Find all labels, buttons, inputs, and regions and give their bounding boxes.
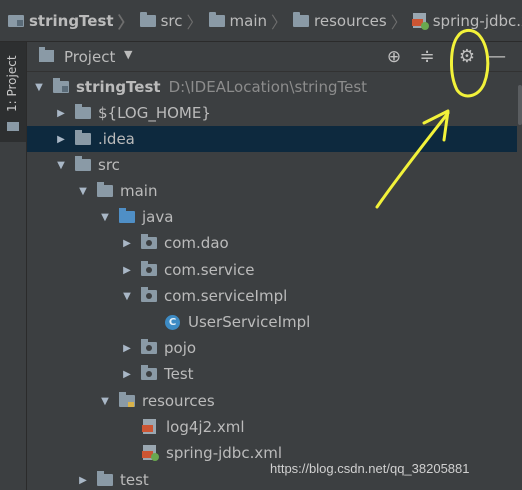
breadcrumb-item-stringtest[interactable]: stringTest 〉 xyxy=(8,9,140,33)
breadcrumb-item-src[interactable]: src 〉 xyxy=(139,9,209,33)
collapsed-arrow-icon[interactable]: ▶ xyxy=(121,369,133,380)
side-tab-label: 1: Project xyxy=(5,55,19,113)
package-icon xyxy=(141,261,157,276)
project-view-icon xyxy=(39,47,54,62)
tree-row-label: com.service xyxy=(164,261,255,279)
tree-row-src[interactable]: ▼ src xyxy=(27,152,517,178)
project-toolbar: Project ▼ ⊕ ≑ ⚙ — xyxy=(27,42,522,72)
tree-row-label: com.dao xyxy=(164,234,229,252)
collapsed-arrow-icon[interactable]: ▶ xyxy=(121,238,133,249)
chevron-right-icon: 〉 xyxy=(117,12,134,32)
tree-row-label: java xyxy=(142,208,174,226)
breadcrumb-label: spring-jdbc.xml xyxy=(432,11,522,30)
folder-icon xyxy=(75,130,91,145)
chevron-down-icon[interactable]: ▼ xyxy=(124,48,132,61)
tree-row-log4j2-xml[interactable]: log4j2.xml xyxy=(27,414,517,440)
tree-row-label: .idea xyxy=(98,130,135,148)
expanded-arrow-icon[interactable]: ▼ xyxy=(99,212,111,223)
tree-row-main[interactable]: ▼ main xyxy=(27,178,517,204)
breadcrumb-label: resources xyxy=(314,11,387,30)
xml-file-icon xyxy=(142,419,158,435)
gear-icon[interactable]: ⚙ xyxy=(456,46,478,68)
collapsed-arrow-icon[interactable]: ▶ xyxy=(121,343,133,354)
project-path: D:\IDEALocation\stringTest xyxy=(168,78,368,96)
tree-row-java[interactable]: ▼ java xyxy=(27,204,517,230)
project-tree: ▼ stringTest D:\IDEALocation\stringTest … xyxy=(27,73,517,490)
folder-icon xyxy=(208,11,225,27)
source-folder-icon xyxy=(119,208,135,223)
expanded-arrow-icon[interactable]: ▼ xyxy=(99,396,111,407)
package-icon xyxy=(141,339,157,354)
expanded-arrow-icon[interactable]: ▼ xyxy=(121,291,133,302)
breadcrumb-item-resources[interactable]: resources 〉 xyxy=(293,9,413,33)
tree-row-label: Test xyxy=(164,365,194,383)
tree-row-label: main xyxy=(120,182,158,200)
chevron-right-icon: 〉 xyxy=(271,12,288,32)
tree-row-label: stringTest xyxy=(76,78,161,96)
tree-row-com-dao[interactable]: ▶ com.dao xyxy=(27,230,517,256)
breadcrumb-label: src xyxy=(160,11,183,30)
breadcrumb-label: stringTest xyxy=(29,11,114,30)
tree-row-label: log4j2.xml xyxy=(166,418,245,436)
tree-row-label: spring-jdbc.xml xyxy=(166,444,282,462)
tree-row-com-serviceimpl[interactable]: ▼ com.serviceImpl xyxy=(27,283,517,309)
breadcrumb-item-spring-jdbc[interactable]: spring-jdbc.xml xyxy=(411,11,522,30)
collapsed-arrow-icon[interactable]: ▶ xyxy=(55,134,67,145)
folder-icon xyxy=(75,156,91,171)
expanded-arrow-icon[interactable]: ▼ xyxy=(77,186,89,197)
tree-row-stringtest[interactable]: ▼ stringTest D:\IDEALocation\stringTest xyxy=(27,74,517,100)
tree-row-label: resources xyxy=(142,392,215,410)
breadcrumb-item-main[interactable]: main 〉 xyxy=(208,9,294,33)
tree-row-resources[interactable]: ▼ resources xyxy=(27,388,517,414)
resources-folder-icon xyxy=(119,392,135,407)
tree-row-label: UserServiceImpl xyxy=(188,313,311,331)
package-icon xyxy=(141,287,157,302)
navigation-breadcrumb: stringTest 〉 src 〉 main 〉 resources 〉 sp… xyxy=(0,0,522,42)
expanded-arrow-icon[interactable]: ▼ xyxy=(33,82,45,93)
tree-row-log-home[interactable]: ▶ ${LOG_HOME} xyxy=(27,100,517,126)
collapsed-arrow-icon[interactable]: ▶ xyxy=(121,265,133,276)
collapsed-arrow-icon[interactable]: ▶ xyxy=(55,108,67,119)
scrollbar-thumb[interactable] xyxy=(518,85,522,125)
tree-row-idea[interactable]: ▶ .idea xyxy=(27,126,517,152)
expanded-arrow-icon[interactable]: ▼ xyxy=(55,160,67,171)
tree-row-label: com.serviceImpl xyxy=(164,287,288,305)
project-folder-icon xyxy=(8,14,24,27)
class-icon: C xyxy=(165,314,180,330)
collapse-all-icon[interactable]: ≑ xyxy=(416,46,438,68)
folder-icon xyxy=(75,104,91,119)
folder-icon xyxy=(97,182,113,197)
collapsed-arrow-icon[interactable]: ▶ xyxy=(77,475,89,486)
project-view-selector[interactable]: Project xyxy=(64,48,115,66)
vertical-scrollbar[interactable] xyxy=(517,73,522,490)
resources-folder-icon xyxy=(293,11,310,27)
tree-row-label: test xyxy=(120,471,149,489)
chevron-right-icon: 〉 xyxy=(186,12,203,32)
tree-row-label: pojo xyxy=(164,339,197,357)
folder-icon xyxy=(139,11,156,27)
project-folder-icon xyxy=(53,78,69,93)
tree-row-com-service[interactable]: ▶ com.service xyxy=(27,257,517,283)
folder-icon xyxy=(7,122,19,131)
tree-row-label: ${LOG_HOME} xyxy=(98,104,211,122)
spring-xml-file-icon xyxy=(411,12,429,30)
spring-xml-file-icon xyxy=(142,445,159,461)
watermark-text: https://blog.csdn.net/qq_38205881 xyxy=(270,461,470,476)
tree-row-userserviceimpl[interactable]: C UserServiceImpl xyxy=(27,309,517,335)
hide-icon[interactable]: — xyxy=(486,46,508,68)
tree-row-test-package[interactable]: ▶ Test xyxy=(27,361,517,387)
package-icon xyxy=(141,365,157,380)
tree-row-pojo[interactable]: ▶ pojo xyxy=(27,335,517,361)
folder-icon xyxy=(97,471,113,486)
chevron-right-icon: 〉 xyxy=(390,12,407,32)
tree-row-label: src xyxy=(98,156,120,174)
package-icon xyxy=(141,234,157,249)
breadcrumb-label: main xyxy=(229,11,267,30)
locate-icon[interactable]: ⊕ xyxy=(383,46,405,68)
